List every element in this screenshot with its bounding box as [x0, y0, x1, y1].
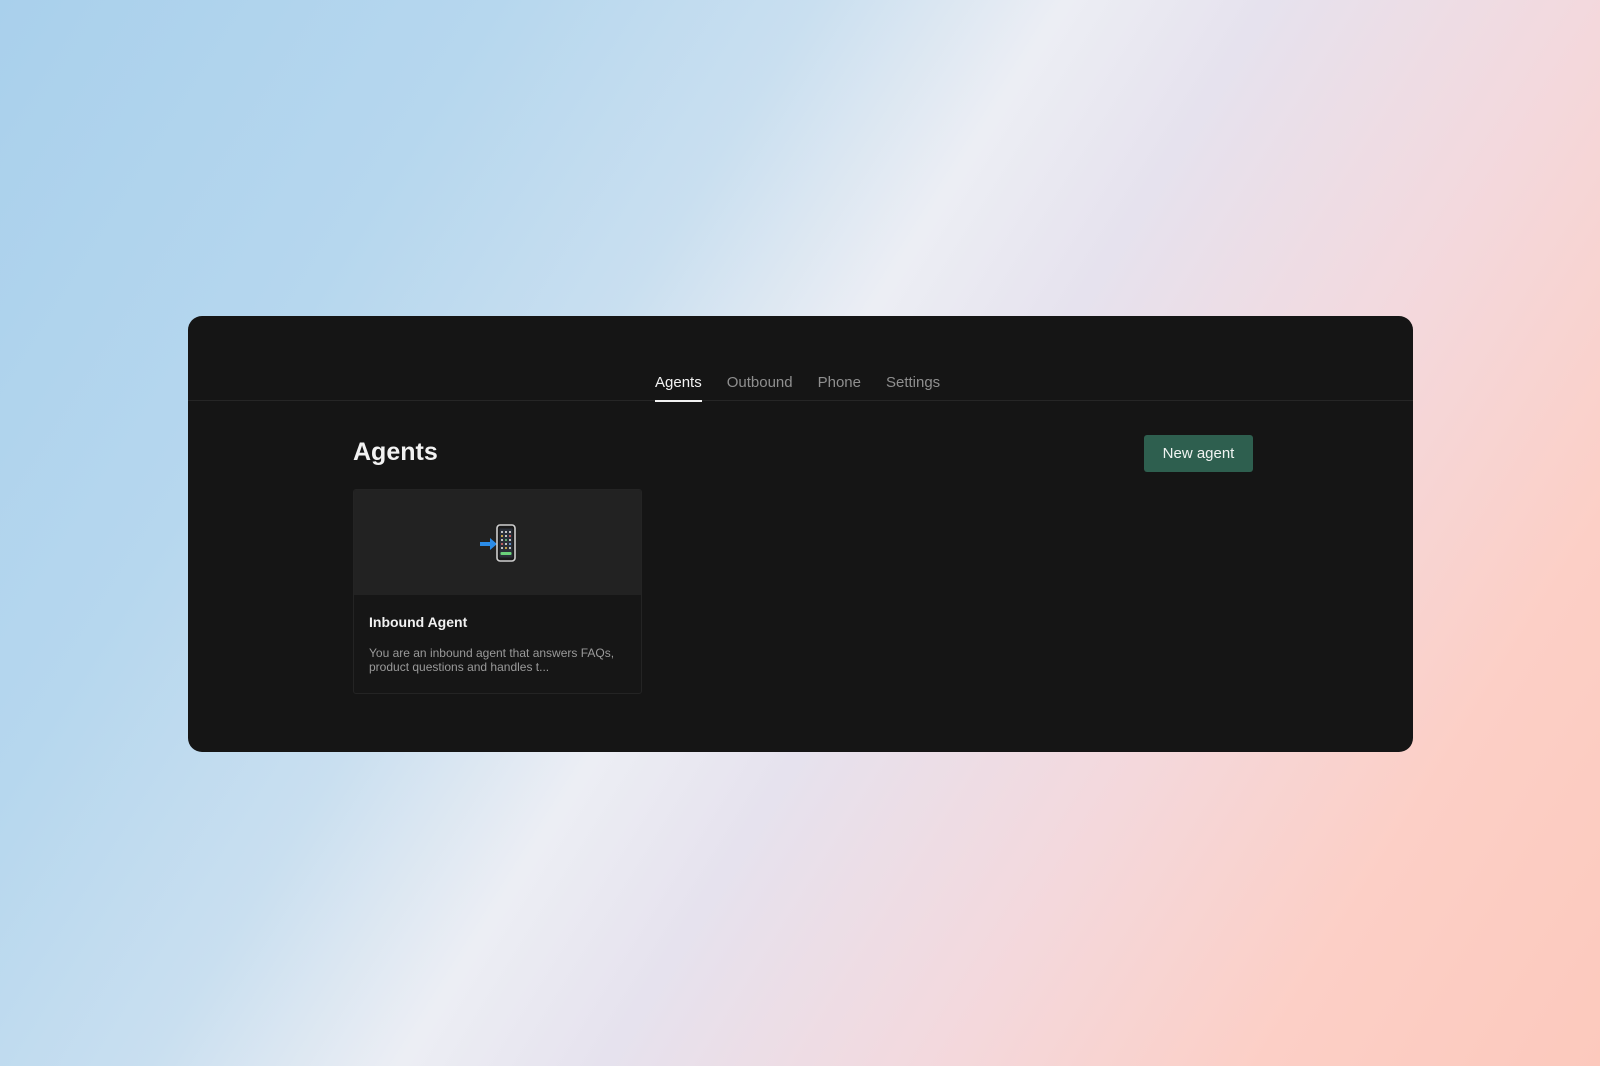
agent-card-thumbnail [354, 490, 641, 595]
agent-card[interactable]: Inbound Agent You are an inbound agent t… [353, 489, 642, 694]
agent-name: Inbound Agent [369, 614, 468, 630]
tab-agents[interactable]: Agents [655, 374, 702, 402]
page-title: Agents [353, 438, 438, 466]
app-window: Agents Outbound Phone Settings Agents Ne… [188, 316, 1413, 752]
agent-card-body: Inbound Agent You are an inbound agent t… [354, 595, 641, 674]
tab-bar: Agents Outbound Phone Settings [188, 316, 1413, 402]
new-agent-button[interactable]: New agent [1144, 435, 1253, 472]
tab-list: Agents Outbound Phone Settings [655, 374, 965, 402]
mobile-phone-with-arrow-icon [479, 523, 516, 562]
tab-phone[interactable]: Phone [818, 374, 861, 402]
tab-outbound[interactable]: Outbound [727, 374, 793, 402]
agent-description: You are an inbound agent that answers FA… [369, 646, 615, 674]
tab-settings[interactable]: Settings [886, 374, 940, 402]
